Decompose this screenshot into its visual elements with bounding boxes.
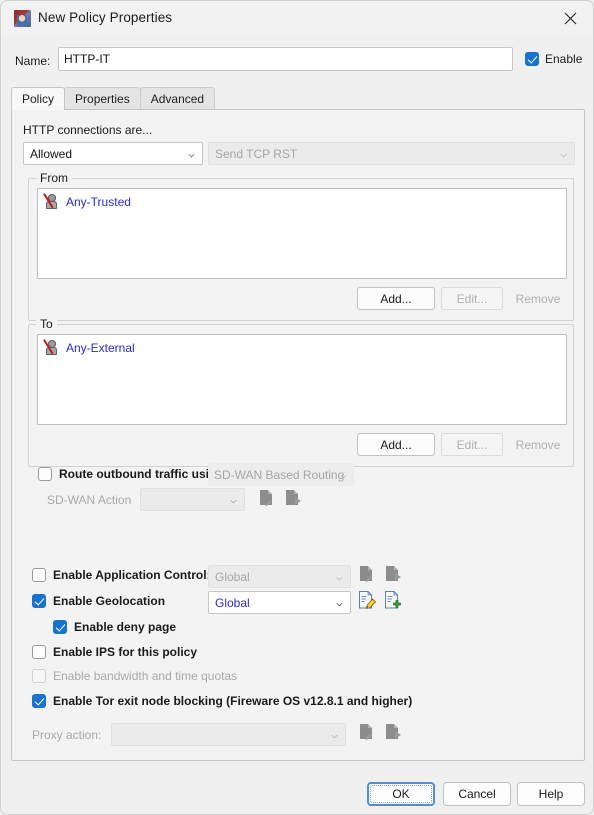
help-button[interactable]: Help [517, 782, 585, 806]
connection-action-select[interactable]: Allowed [23, 142, 203, 165]
route-outbound-value: SD-WAN Based Routing [214, 467, 345, 482]
from-add-button[interactable]: Add... [357, 287, 435, 310]
enable-geolocation-checkbox[interactable]: Enable Geolocation [32, 594, 165, 608]
any-trusted-icon [43, 192, 59, 209]
title-bar: New Policy Properties [1, 1, 593, 36]
to-group-title: To [36, 317, 57, 331]
proxy-action-label: Proxy action: [32, 728, 102, 742]
enable-ips-checkbox-box[interactable] [32, 645, 46, 659]
chevron-down-icon [560, 153, 567, 157]
new-policy-properties-dialog: New Policy Properties Name: Enable Polic… [0, 0, 594, 815]
route-outbound-label: Route outbound traffic using [59, 467, 224, 481]
from-group: From Any-Trusted Add... Edit... Remove [28, 171, 574, 321]
name-input[interactable] [58, 47, 513, 71]
ok-button-label: OK [392, 787, 410, 801]
tab-bar: Policy Properties Advanced [11, 87, 216, 110]
application-control-value: Global [215, 569, 250, 584]
geolocation-edit-page-icon[interactable] [357, 590, 377, 610]
sdwan-new-page-icon [283, 488, 302, 507]
to-list[interactable]: Any-External [37, 334, 567, 425]
enable-quotas-checkbox: Enable bandwidth and time quotas [32, 669, 237, 683]
policy-app-icon [14, 10, 31, 27]
policy-tab-panel: HTTP connections are... Allowed Send TCP… [11, 109, 585, 761]
enable-tor-blocking-label: Enable Tor exit node blocking (Fireware … [53, 694, 413, 708]
cancel-button[interactable]: Cancel [443, 782, 511, 806]
to-edit-label: Edit... [456, 437, 488, 452]
enable-application-control-checkbox[interactable]: Enable Application Control: [32, 568, 211, 582]
tab-properties[interactable]: Properties [64, 87, 141, 110]
enable-ips-label: Enable IPS for this policy [53, 645, 198, 659]
enable-policy-checkbox-box[interactable] [525, 52, 539, 66]
enable-application-control-checkbox-box[interactable] [32, 568, 46, 582]
from-add-label: Add... [380, 291, 412, 306]
name-label: Name: [15, 54, 51, 68]
enable-policy-checkbox[interactable]: Enable [525, 52, 582, 66]
ok-button[interactable]: OK [367, 782, 435, 806]
list-item-label: Any-Trusted [66, 194, 131, 209]
tab-advanced-label: Advanced [150, 92, 205, 106]
route-outbound-select[interactable]: SD-WAN Based Routing [208, 463, 354, 486]
enable-tor-blocking-checkbox[interactable]: Enable Tor exit node blocking (Fireware … [32, 694, 412, 708]
route-outbound-checkbox[interactable]: Route outbound traffic using [38, 467, 224, 481]
enable-application-control-label: Enable Application Control: [53, 568, 211, 582]
enable-deny-page-label: Enable deny page [74, 620, 177, 634]
connection-action-value: Allowed [30, 146, 73, 161]
application-control-new-page-icon [383, 564, 402, 583]
enable-deny-page-checkbox-box[interactable] [53, 620, 67, 634]
geolocation-select[interactable]: Global [208, 591, 351, 614]
to-remove-label: Remove [515, 437, 561, 452]
chevron-down-icon [336, 602, 343, 606]
window-title: New Policy Properties [38, 10, 173, 25]
enable-policy-label: Enable [545, 52, 583, 66]
chevron-down-icon [331, 734, 338, 738]
enable-tor-blocking-checkbox-box[interactable] [32, 694, 46, 708]
any-external-icon [43, 338, 59, 355]
list-item-label: Any-External [66, 340, 135, 355]
list-item[interactable]: Any-Trusted [43, 192, 131, 209]
sdwan-action-label: SD-WAN Action [47, 493, 132, 507]
from-group-title: From [36, 171, 72, 185]
proxy-action-new-page-icon [383, 722, 402, 741]
tab-policy[interactable]: Policy [11, 87, 66, 110]
from-edit-label: Edit... [456, 291, 488, 306]
geolocation-value: Global [215, 595, 250, 610]
connection-response-value: Send TCP RST [215, 146, 298, 161]
tab-policy-label: Policy [22, 92, 55, 106]
chevron-down-icon [340, 474, 347, 478]
chevron-down-icon [188, 153, 195, 157]
from-list[interactable]: Any-Trusted [37, 188, 567, 279]
sdwan-edit-page-icon [257, 488, 276, 507]
to-group: To Any-External Add... Edit... Remove [28, 317, 574, 467]
enable-quotas-checkbox-box [32, 669, 46, 683]
from-edit-button: Edit... [441, 287, 503, 310]
cancel-button-label: Cancel [458, 787, 496, 801]
route-outbound-checkbox-box[interactable] [38, 467, 52, 481]
http-connections-label: HTTP connections are... [23, 123, 153, 137]
enable-geolocation-checkbox-box[interactable] [32, 594, 46, 608]
geolocation-new-page-icon[interactable] [383, 590, 402, 609]
proxy-action-select[interactable] [111, 723, 346, 746]
enable-deny-page-checkbox[interactable]: Enable deny page [53, 620, 176, 634]
enable-geolocation-label: Enable Geolocation [53, 594, 166, 608]
to-add-label: Add... [380, 437, 412, 452]
application-control-edit-page-icon [357, 564, 376, 583]
to-remove-button: Remove [509, 433, 567, 456]
close-icon[interactable] [547, 1, 593, 35]
from-remove-label: Remove [515, 291, 561, 306]
chevron-down-icon [230, 499, 237, 503]
enable-ips-checkbox[interactable]: Enable IPS for this policy [32, 645, 197, 659]
tab-properties-label: Properties [75, 92, 130, 106]
enable-quotas-label: Enable bandwidth and time quotas [53, 669, 238, 683]
proxy-action-edit-page-icon [357, 722, 376, 741]
chevron-down-icon [336, 576, 343, 580]
connection-response-select[interactable]: Send TCP RST [208, 142, 575, 165]
to-add-button[interactable]: Add... [357, 433, 435, 456]
sdwan-action-select[interactable] [140, 488, 245, 511]
from-remove-button: Remove [509, 287, 567, 310]
help-button-label: Help [538, 787, 564, 801]
application-control-select[interactable]: Global [208, 565, 351, 588]
tab-advanced[interactable]: Advanced [139, 87, 216, 110]
to-edit-button: Edit... [441, 433, 503, 456]
list-item[interactable]: Any-External [43, 338, 135, 355]
